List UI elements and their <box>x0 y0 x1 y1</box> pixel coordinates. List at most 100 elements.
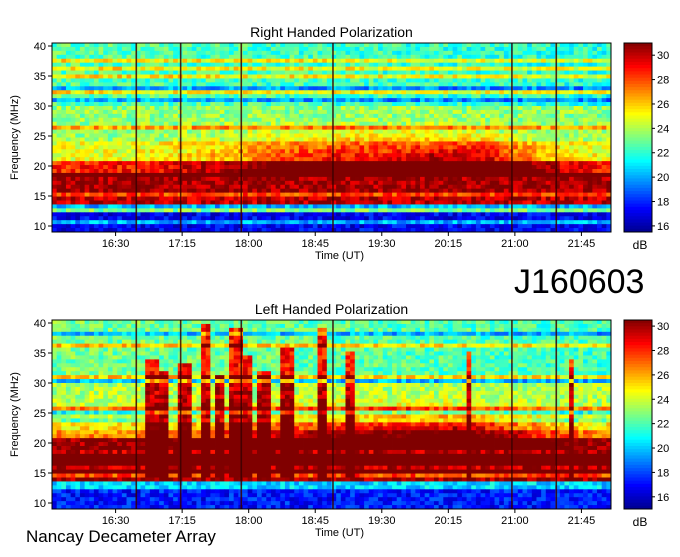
chart-rh-cell <box>131 141 137 146</box>
chart-rh-cell <box>154 74 160 79</box>
chart-rh-cell <box>275 200 281 205</box>
chart-rh-cell <box>233 125 239 131</box>
chart-rh-cell <box>387 121 393 127</box>
chart-rh-cell <box>159 125 165 131</box>
chart-rh-cell <box>112 121 118 127</box>
chart-rh-cell <box>359 78 365 83</box>
chart-rh-cell <box>229 125 235 131</box>
chart-rh-cell <box>583 117 589 123</box>
chart-rh-cell <box>75 98 81 103</box>
chart-rh-cell <box>401 204 407 209</box>
chart-rh-cell <box>489 94 495 99</box>
chart-rh-cell <box>536 200 542 205</box>
chart-rh-cell <box>583 106 589 111</box>
chart-rh-cell <box>56 200 62 205</box>
chart-rh-cell <box>392 106 398 111</box>
chart-rh-cell <box>508 176 514 182</box>
chart-rh-cell <box>79 165 86 170</box>
chart-rh-cell <box>70 62 76 68</box>
chart-rh-cell <box>541 98 547 103</box>
chart-rh-cell <box>145 109 151 115</box>
chart-rh-cell <box>471 82 477 87</box>
chart-rh-cell <box>173 43 179 48</box>
chart-rh-cell <box>52 117 58 123</box>
chart-rh-cell <box>359 113 365 119</box>
chart-rh-cell <box>587 70 593 75</box>
chart-rh-cell <box>457 106 463 111</box>
chart-rh-cell <box>340 153 346 158</box>
chart-rh-cell <box>289 184 295 190</box>
chart-rh-cell <box>187 113 193 119</box>
chart-rh-cell <box>578 102 584 107</box>
chart-rh-cell <box>154 165 160 170</box>
chart-rh-cell <box>475 62 481 68</box>
chart-rh-cell <box>294 102 300 107</box>
chart-rh-cell <box>443 94 449 99</box>
chart-rh-cell <box>420 188 426 194</box>
chart-rh-cell <box>173 172 179 178</box>
chart-rh-cell <box>233 86 239 91</box>
chart-rh-cell <box>210 125 216 131</box>
chart-rh-cell <box>564 98 570 103</box>
chart-rh-cell <box>457 157 463 162</box>
chart-rh-cell <box>438 196 444 201</box>
chart-rh-cell <box>93 43 99 48</box>
chart-rh-cell <box>443 169 449 174</box>
chart-rh-cell <box>173 50 179 56</box>
chart-rh-cell <box>499 70 505 75</box>
chart-rh-cell <box>573 78 579 83</box>
chart-rh-cell <box>126 74 132 79</box>
chart-rh-cell <box>79 66 86 71</box>
chart-rh-cell <box>205 62 211 68</box>
chart-rh-cell <box>457 66 463 71</box>
chart-rh-cell <box>159 133 165 138</box>
chart-rh-cell <box>382 200 388 205</box>
chart-rh-cell <box>597 106 603 111</box>
chart-rh-cell <box>350 153 356 158</box>
chart-rh-cell <box>354 133 360 138</box>
chart-rh-cell <box>159 74 165 79</box>
chart-rh-cell <box>284 145 290 150</box>
chart-rh-cell <box>447 66 454 71</box>
chart-rh-cell <box>196 54 202 60</box>
chart-rh-cell <box>382 196 388 201</box>
chart-rh-cell <box>75 157 81 162</box>
chart-rh-cell <box>541 184 547 190</box>
chart-rh-cell <box>103 106 109 111</box>
chart-rh-cell <box>270 90 276 95</box>
chart-rh-cell <box>447 62 454 68</box>
chart-rh-cell <box>364 145 370 150</box>
chart-rh-cell <box>527 113 533 119</box>
chart-rh-cell <box>140 172 146 178</box>
chart-rh-cell <box>378 46 384 52</box>
chart-rh-cell <box>429 106 435 111</box>
chart-rh-cell <box>564 161 570 166</box>
chart-rh-cell <box>103 169 109 174</box>
chart-rh-cell <box>378 121 384 127</box>
chart-rh-cell <box>56 145 62 150</box>
chart-rh-cell <box>261 58 267 64</box>
chart-rh-cell <box>326 82 332 87</box>
chart-rh-cell <box>387 192 393 197</box>
chart-rh-cell <box>354 196 360 201</box>
chart-rh-cell <box>494 66 500 71</box>
chart-rh-cell <box>56 82 62 87</box>
chart-rh-cell <box>103 157 109 162</box>
chart-rh-cell <box>587 109 593 115</box>
chart-rh-cell <box>573 121 579 127</box>
chart-rh-cell <box>522 70 528 75</box>
chart-rh-cell <box>89 54 95 60</box>
chart-rh-cell <box>438 121 444 127</box>
chart-rh-cell <box>70 46 76 52</box>
chart-rh-cell <box>420 129 426 134</box>
chart-rh-cell <box>466 109 472 115</box>
chart-rh-cell <box>587 62 593 68</box>
chart-rh-cell <box>289 82 295 87</box>
chart-rh-cell <box>205 86 211 91</box>
chart-rh-cell <box>480 86 486 91</box>
chart-rh-cell <box>229 137 235 142</box>
chart-rh-cell <box>196 98 202 103</box>
chart-rh-cell <box>550 188 556 194</box>
chart-rh-cell <box>489 184 495 190</box>
chart-rh-cell <box>471 62 477 68</box>
